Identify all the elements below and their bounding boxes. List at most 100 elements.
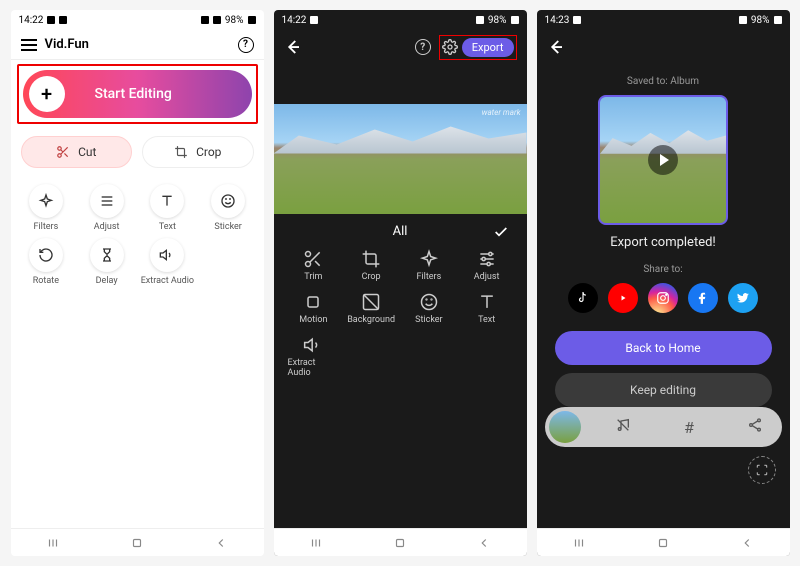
- share-youtube[interactable]: [608, 283, 638, 313]
- video-preview[interactable]: water mark: [274, 104, 527, 214]
- start-editing-label: Start Editing: [95, 86, 172, 102]
- status-icon: [59, 16, 67, 24]
- back-icon[interactable]: [477, 536, 491, 550]
- hamburger-menu-icon[interactable]: [21, 39, 37, 51]
- tool-label: Crop: [362, 272, 381, 282]
- video-thumbnail[interactable]: [598, 95, 728, 225]
- tool-label: Motion: [299, 315, 327, 325]
- twitter-icon: [736, 291, 750, 305]
- tool-text[interactable]: Text: [140, 184, 195, 232]
- back-home-label: Back to Home: [625, 341, 700, 355]
- bottom-action-music[interactable]: [601, 417, 647, 437]
- cut-button[interactable]: Cut: [21, 136, 133, 168]
- back-icon[interactable]: [214, 536, 228, 550]
- rotate-icon: [38, 247, 54, 263]
- tool-rotate[interactable]: Rotate: [19, 238, 74, 286]
- wifi-icon: [201, 16, 209, 24]
- tool-crop[interactable]: Crop: [345, 249, 397, 282]
- export-button[interactable]: Export: [462, 38, 514, 57]
- tool-label: Adjust: [94, 222, 120, 232]
- crop-button[interactable]: Crop: [142, 136, 254, 168]
- recents-icon[interactable]: [46, 536, 60, 550]
- speaker-icon: [303, 335, 323, 355]
- status-time: 14:22: [282, 15, 307, 26]
- tool-label: Rotate: [33, 276, 59, 286]
- crop-icon: [361, 249, 381, 269]
- youtube-icon: [617, 292, 629, 304]
- tab-all[interactable]: All: [393, 224, 408, 239]
- tool-adjust[interactable]: Adjust: [461, 249, 513, 282]
- home-icon[interactable]: [130, 536, 144, 550]
- android-navbar: [537, 528, 790, 556]
- tool-label: Extract Audio: [288, 358, 340, 378]
- tool-extract-audio[interactable]: Extract Audio: [288, 335, 340, 378]
- tool-label: Delay: [96, 276, 118, 286]
- speaker-icon: [159, 247, 175, 263]
- status-battery: 98%: [225, 15, 244, 26]
- tool-delay[interactable]: Delay: [79, 238, 134, 286]
- status-icon: [573, 16, 581, 24]
- arrow-back-icon[interactable]: [547, 38, 565, 56]
- app-header: Vid.Fun ?: [11, 30, 264, 60]
- tool-label: Extract Audio: [141, 276, 194, 286]
- editor-tool-grid: Trim Crop Filters Adjust Motion Backgrou…: [274, 249, 527, 386]
- motion-icon: [303, 292, 323, 312]
- tool-adjust[interactable]: Adjust: [79, 184, 134, 232]
- crop-label: Crop: [196, 145, 221, 159]
- fab-button[interactable]: [748, 456, 776, 484]
- status-bar: 14:22 98%: [11, 10, 264, 30]
- back-to-home-button[interactable]: Back to Home: [555, 331, 772, 365]
- keep-editing-button[interactable]: Keep editing: [555, 373, 772, 407]
- start-editing-button[interactable]: + Start Editing: [23, 70, 252, 118]
- status-icon: [47, 16, 55, 24]
- tool-extract-audio[interactable]: Extract Audio: [140, 238, 195, 286]
- status-bar: 14:23 98%: [537, 10, 790, 30]
- social-share-row: [568, 283, 758, 313]
- highlight-export: Export: [439, 35, 517, 60]
- scissors-icon: [303, 249, 323, 269]
- hourglass-icon: [99, 247, 115, 263]
- tool-filters[interactable]: Filters: [403, 249, 455, 282]
- sliders-icon: [477, 249, 497, 269]
- tool-label: Trim: [304, 272, 322, 282]
- tool-sticker[interactable]: Sticker: [403, 292, 455, 325]
- tool-filters[interactable]: Filters: [19, 184, 74, 232]
- signal-icon: [213, 16, 221, 24]
- gear-icon[interactable]: [442, 39, 458, 55]
- tool-label: Sticker: [415, 315, 442, 325]
- tiktok-icon: [576, 291, 590, 305]
- export-header: [537, 30, 790, 64]
- recents-icon[interactable]: [309, 536, 323, 550]
- export-completed-label: Export completed!: [610, 235, 716, 250]
- bottom-action-share[interactable]: [732, 417, 778, 437]
- arrow-back-icon[interactable]: [284, 38, 302, 56]
- tool-label: Filters: [33, 222, 58, 232]
- home-icon[interactable]: [656, 536, 670, 550]
- bottom-action-hashtag[interactable]: #: [666, 418, 712, 437]
- tab-row: All: [274, 214, 527, 249]
- tool-text[interactable]: Text: [461, 292, 513, 325]
- share-facebook[interactable]: [688, 283, 718, 313]
- smile-icon: [220, 193, 236, 209]
- share-twitter[interactable]: [728, 283, 758, 313]
- back-icon[interactable]: [740, 536, 754, 550]
- tool-background[interactable]: Background: [345, 292, 397, 325]
- help-icon[interactable]: ?: [238, 37, 254, 53]
- check-icon[interactable]: [493, 224, 509, 240]
- tool-label: Sticker: [214, 222, 241, 232]
- wifi-icon: [476, 16, 484, 24]
- tool-sticker[interactable]: Sticker: [201, 184, 256, 232]
- app-title: Vid.Fun: [45, 37, 230, 52]
- status-icon: [310, 16, 318, 24]
- help-icon[interactable]: ?: [415, 39, 431, 55]
- instagram-icon: [656, 291, 670, 305]
- home-icon[interactable]: [393, 536, 407, 550]
- share-tiktok[interactable]: [568, 283, 598, 313]
- recents-icon[interactable]: [572, 536, 586, 550]
- tool-motion[interactable]: Motion: [288, 292, 340, 325]
- status-battery: 98%: [488, 15, 507, 26]
- share-instagram[interactable]: [648, 283, 678, 313]
- status-battery: 98%: [751, 15, 770, 26]
- bottom-thumbnail[interactable]: [549, 411, 581, 443]
- tool-trim[interactable]: Trim: [288, 249, 340, 282]
